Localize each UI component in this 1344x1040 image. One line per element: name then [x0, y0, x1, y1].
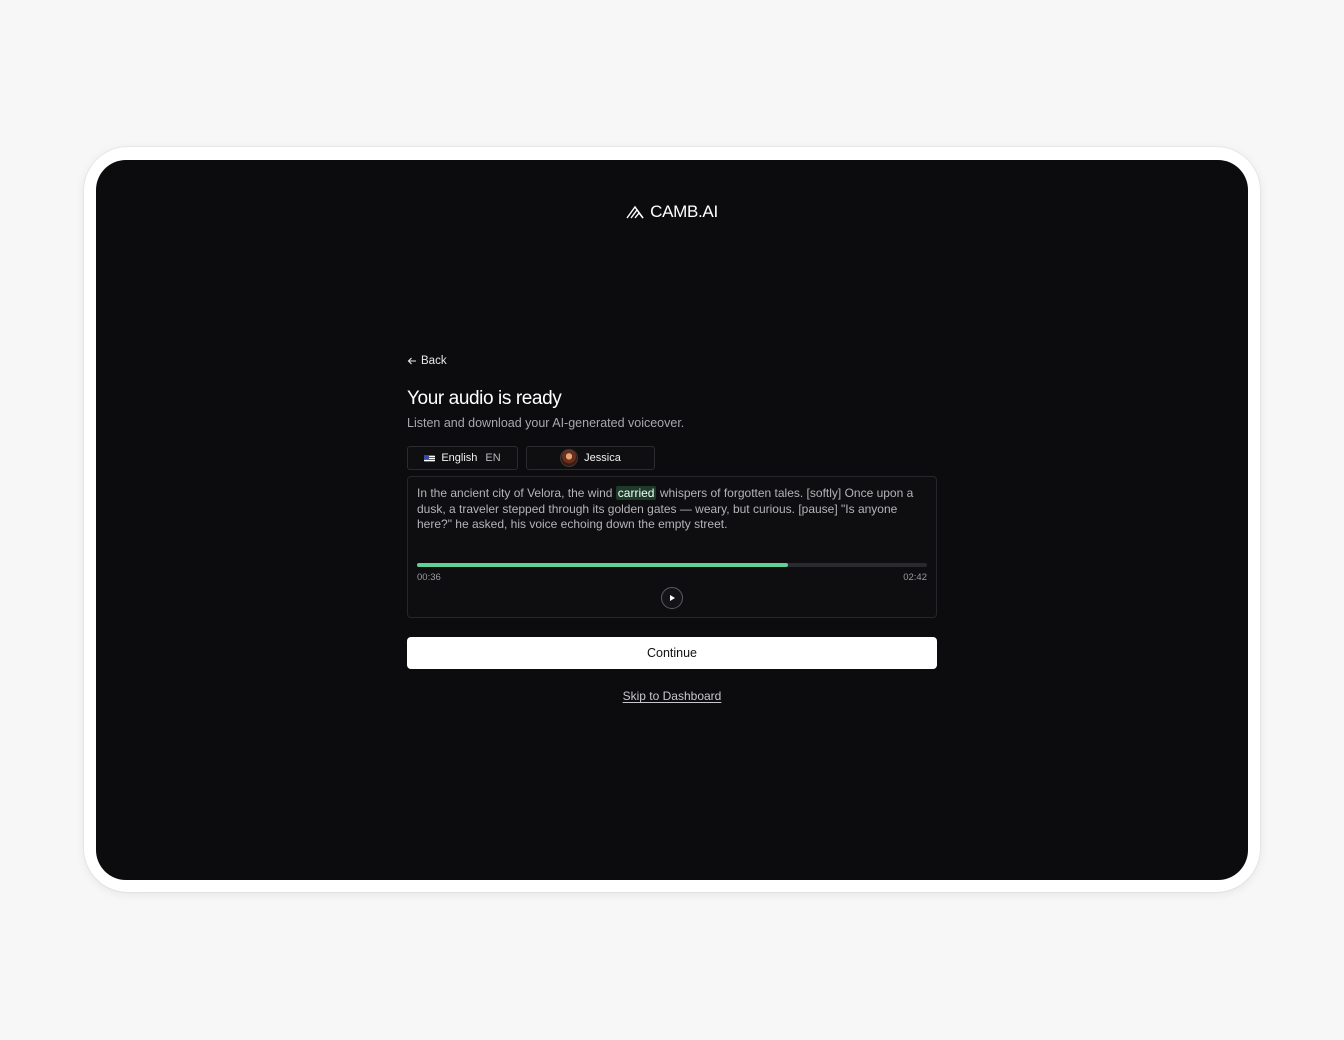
app-screen: CAMB.AI Back Your audio is ready Listen … [96, 160, 1248, 880]
transcript-text: In the ancient city of Velora, the wind … [417, 486, 927, 533]
brand-logo: CAMB.AI [96, 202, 1248, 222]
page-title: Your audio is ready [407, 388, 562, 409]
selection-chips: English EN Jessica [407, 446, 937, 470]
language-chip[interactable]: English EN [407, 446, 518, 470]
page-subtitle: Listen and download your AI-generated vo… [407, 416, 685, 430]
language-name: English [441, 452, 478, 464]
continue-button[interactable]: Continue [407, 637, 937, 669]
camb-logo-icon [626, 205, 644, 219]
skip-container: Skip to Dashboard [407, 687, 937, 705]
current-time: 00:36 [417, 572, 441, 583]
total-time: 02:42 [903, 572, 927, 583]
voice-avatar [560, 449, 579, 467]
transcript-highlight-word: carried [615, 486, 657, 500]
audio-player-card: In the ancient city of Velora, the wind … [407, 476, 937, 618]
arrow-left-icon [407, 357, 416, 365]
transcript-before: In the ancient city of Velora, the wind [417, 486, 616, 500]
back-label: Back [421, 355, 447, 367]
voice-name: Jessica [584, 452, 621, 464]
audio-progress-fill [417, 563, 788, 567]
main-content: Back Your audio is ready Listen and down… [407, 353, 937, 705]
play-icon [670, 595, 675, 601]
us-flag-icon [424, 454, 436, 462]
voice-chip[interactable]: Jessica [526, 446, 655, 470]
back-button[interactable]: Back [407, 355, 447, 367]
time-readout: 00:36 02:42 [417, 572, 927, 583]
skip-to-dashboard-link[interactable]: Skip to Dashboard [623, 689, 722, 703]
audio-progress-bar[interactable] [417, 563, 927, 567]
play-button[interactable] [661, 587, 683, 609]
brand-name: CAMB.AI [650, 202, 718, 221]
language-code: EN [485, 452, 501, 464]
